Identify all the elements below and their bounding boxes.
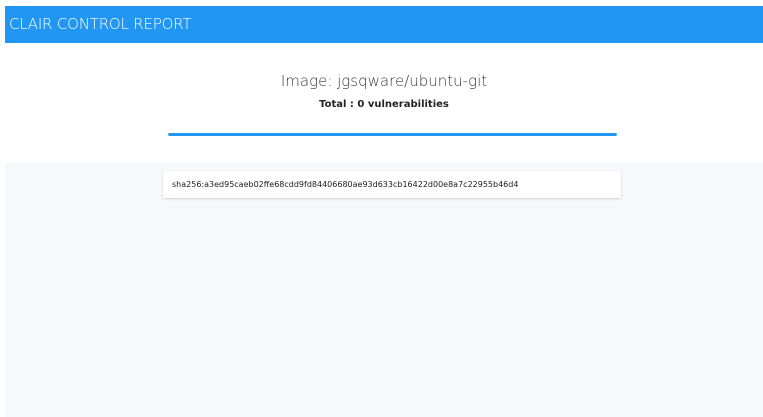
scan-progress-fill (168, 133, 617, 136)
image-title: Image: jgsqware/ubuntu-git (280, 72, 488, 90)
app-title: CLAIR CONTROL REPORT (9, 15, 192, 33)
scan-progress-bar (168, 133, 617, 136)
report-summary: Image: jgsqware/ubuntu-git Total : 0 vul… (5, 43, 763, 162)
layer-card[interactable]: sha256:a3ed95caeb02ffe68cdd9fd84406680ae… (163, 171, 621, 198)
vulnerability-total: Total : 0 vulnerabilities (319, 99, 449, 110)
clair-report-page: CLAIR CONTROL REPORT Image: jgsqware/ubu… (5, 6, 763, 417)
app-bar: CLAIR CONTROL REPORT (5, 6, 763, 43)
layer-hash: sha256:a3ed95caeb02ffe68cdd9fd84406680ae… (172, 180, 519, 189)
layers-content: sha256:a3ed95caeb02ffe68cdd9fd84406680ae… (5, 162, 763, 417)
